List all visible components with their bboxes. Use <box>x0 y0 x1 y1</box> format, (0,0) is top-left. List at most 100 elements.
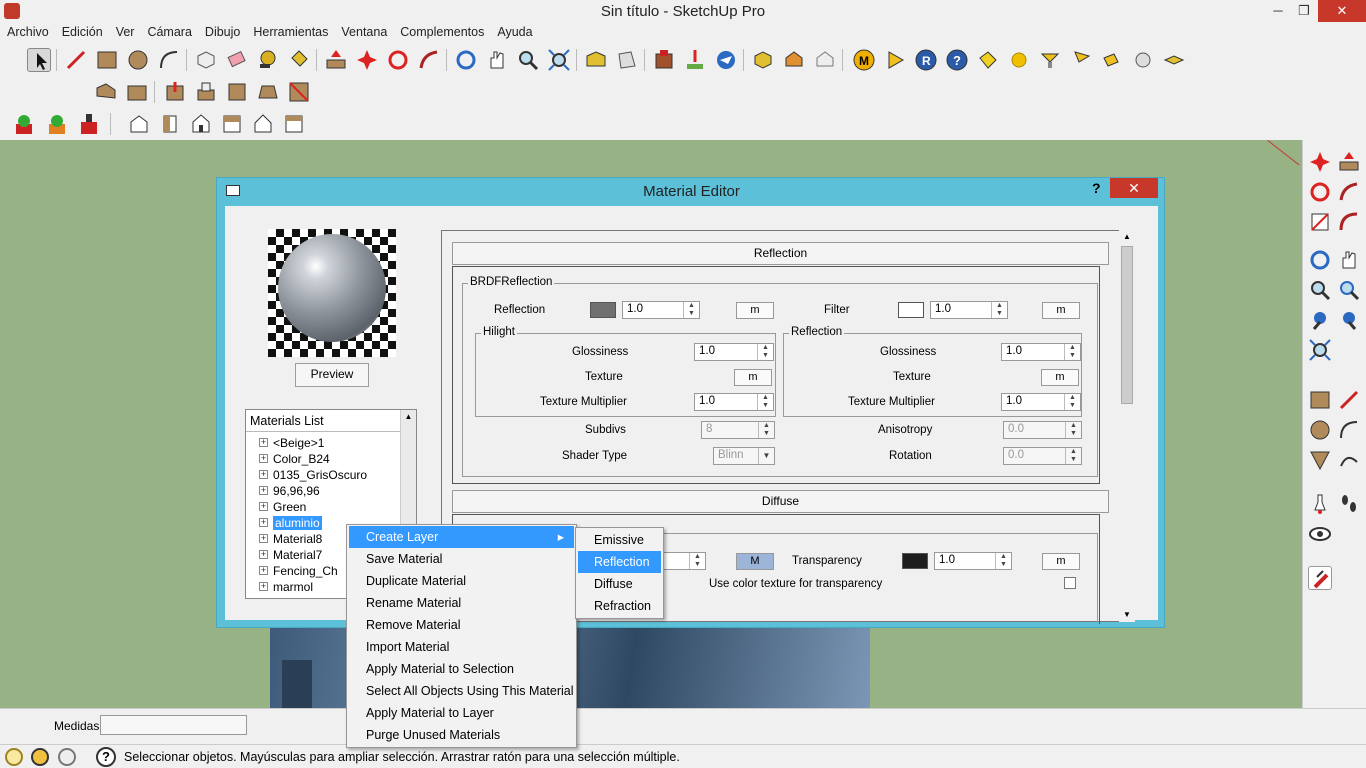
expand-icon[interactable]: + <box>259 534 268 543</box>
make-component-icon[interactable] <box>194 48 218 72</box>
rectangle-tool-icon[interactable] <box>95 48 119 72</box>
scroll-up-icon[interactable]: ▲ <box>401 410 416 424</box>
push-pull-icon[interactable] <box>324 48 348 72</box>
reflection-map-button[interactable]: m <box>736 302 774 319</box>
view-right-icon[interactable] <box>220 112 244 136</box>
transparency-map-button[interactable]: m <box>1042 553 1080 570</box>
vray-omni-light-icon[interactable] <box>1100 48 1124 72</box>
menu-item-select-all-objects[interactable]: Select All Objects Using This Material <box>349 680 574 702</box>
vray-dome-light-icon[interactable] <box>1131 48 1155 72</box>
list-item[interactable]: + <Beige>1 <box>259 436 413 452</box>
zoom-window-icon[interactable] <box>1337 278 1361 302</box>
scroll-down-icon[interactable]: ▼ <box>1119 608 1135 622</box>
menu-complementos[interactable]: Complementos <box>393 23 490 39</box>
position-camera-icon[interactable] <box>1308 492 1332 516</box>
line-icon[interactable] <box>1337 388 1361 412</box>
eraser-tool-icon[interactable] <box>225 48 249 72</box>
expand-icon[interactable]: + <box>259 550 268 559</box>
zoom-extents-icon[interactable] <box>547 48 571 72</box>
vray-spot-light-icon[interactable] <box>1038 48 1062 72</box>
scroll-up-icon[interactable]: ▲ <box>1119 230 1135 244</box>
reflection-color-swatch[interactable] <box>590 302 616 318</box>
menu-item-rename-material[interactable]: Rename Material <box>349 592 461 614</box>
transparency-color-swatch[interactable] <box>902 553 928 569</box>
list-item[interactable]: + Green <box>259 500 413 516</box>
vray-help-icon[interactable]: ? <box>945 48 969 72</box>
line-tool-icon[interactable] <box>64 48 88 72</box>
extension-warehouse-icon[interactable] <box>652 48 676 72</box>
vray-ies-light-icon[interactable] <box>1069 48 1093 72</box>
view-iso-icon[interactable] <box>127 112 151 136</box>
expand-icon[interactable]: + <box>259 454 268 463</box>
reflection-glossiness-input[interactable]: 1.0 ▲ ▼ <box>1001 343 1081 361</box>
look-around-icon[interactable] <box>1308 522 1332 546</box>
arc-icon[interactable] <box>1337 418 1361 442</box>
paint-bucket-icon[interactable] <box>287 48 311 72</box>
pan-icon[interactable] <box>1337 248 1361 272</box>
reflection-texmult-input[interactable]: 1.0 ▲ ▼ <box>1001 393 1081 411</box>
plugin-plants-icon[interactable] <box>45 112 69 136</box>
stamp-icon[interactable] <box>194 80 218 104</box>
add-detail-icon[interactable] <box>256 80 280 104</box>
expand-icon[interactable]: + <box>259 518 268 527</box>
next-view-icon[interactable] <box>1337 308 1361 332</box>
menu-item-apply-to-selection[interactable]: Apply Material to Selection <box>349 658 514 680</box>
move-tool-icon[interactable] <box>355 48 379 72</box>
diffuse-map-button[interactable]: M <box>736 553 774 570</box>
add-location-icon[interactable] <box>683 48 707 72</box>
rotate-icon[interactable] <box>1308 180 1332 204</box>
transparency-amount-input[interactable]: 1.0 ▲ ▼ <box>934 552 1012 570</box>
parameters-scrollbar[interactable]: ▲ ▼ <box>1119 230 1135 622</box>
google-earth-icon[interactable] <box>714 48 738 72</box>
menu-item-apply-to-layer[interactable]: Apply Material to Layer <box>349 702 494 724</box>
vray-frame-buffer-icon[interactable] <box>976 48 1000 72</box>
polygon-icon[interactable] <box>1308 448 1332 472</box>
menu-dibujo[interactable]: Dibujo <box>198 23 246 39</box>
submenu-item-emissive[interactable]: Emissive <box>578 529 661 551</box>
filter-amount-input[interactable]: 1.0 ▲ ▼ <box>930 301 1008 319</box>
push-pull-icon[interactable] <box>1337 150 1361 174</box>
reflection-section-header[interactable]: Reflection <box>452 242 1109 265</box>
menu-herramientas[interactable]: Herramientas <box>246 23 334 39</box>
expand-icon[interactable]: + <box>259 486 268 495</box>
menu-ventana[interactable]: Ventana <box>334 23 393 39</box>
menu-archivo[interactable]: Archivo <box>0 23 55 39</box>
menu-item-purge-unused[interactable]: Purge Unused Materials <box>349 724 500 746</box>
menu-item-save-material[interactable]: Save Material <box>349 548 442 570</box>
close-window-button[interactable]: ✕ <box>1318 0 1366 22</box>
hilight-texture-map-button[interactable]: m <box>734 369 772 386</box>
rectangle-icon[interactable] <box>1308 388 1332 412</box>
view-back-icon[interactable] <box>251 112 275 136</box>
sandbox-from-scratch-icon[interactable] <box>125 80 149 104</box>
menu-item-remove-material[interactable]: Remove Material <box>349 614 460 636</box>
diffuse-amount-input[interactable]: ▲ ▼ <box>662 552 706 570</box>
use-color-texture-checkbox[interactable] <box>1064 577 1076 589</box>
submenu-item-reflection[interactable]: Reflection <box>578 551 661 573</box>
vray-render-icon[interactable]: R <box>914 48 938 72</box>
expand-icon[interactable]: + <box>259 438 268 447</box>
vray-infinite-plane-icon[interactable] <box>1162 48 1186 72</box>
scrollbar-thumb[interactable] <box>1121 246 1133 404</box>
follow-me-icon[interactable] <box>1337 180 1361 204</box>
view-left-icon[interactable] <box>282 112 306 136</box>
anisotropy-input[interactable]: 0.0 ▲ ▼ <box>1003 421 1082 439</box>
menu-item-duplicate-material[interactable]: Duplicate Material <box>349 570 466 592</box>
orbit-tool-icon[interactable] <box>454 48 478 72</box>
move-icon[interactable] <box>1308 150 1332 174</box>
plugin-trees-icon[interactable] <box>12 112 36 136</box>
plugin-sw-icon[interactable] <box>77 112 101 136</box>
submenu-item-refraction[interactable]: Refraction <box>578 595 661 617</box>
reflection-texture-map-button[interactable]: m <box>1041 369 1079 386</box>
tape-measure-icon[interactable] <box>256 48 280 72</box>
flip-edge-icon[interactable] <box>287 80 311 104</box>
shader-type-select[interactable]: Blinn ▼ <box>713 447 775 465</box>
vray-material-editor-icon[interactable]: M <box>852 48 876 72</box>
walk-icon[interactable] <box>1337 492 1361 516</box>
previous-view-icon[interactable] <box>1308 308 1332 332</box>
list-item[interactable]: + Color_B24 <box>259 452 413 468</box>
display-section-cuts-icon[interactable] <box>813 48 837 72</box>
reflection-amount-input[interactable]: 1.0 ▲ ▼ <box>622 301 700 319</box>
submenu-item-diffuse[interactable]: Diffuse <box>578 573 661 595</box>
circle-tool-icon[interactable] <box>126 48 150 72</box>
expand-icon[interactable]: + <box>259 566 268 575</box>
